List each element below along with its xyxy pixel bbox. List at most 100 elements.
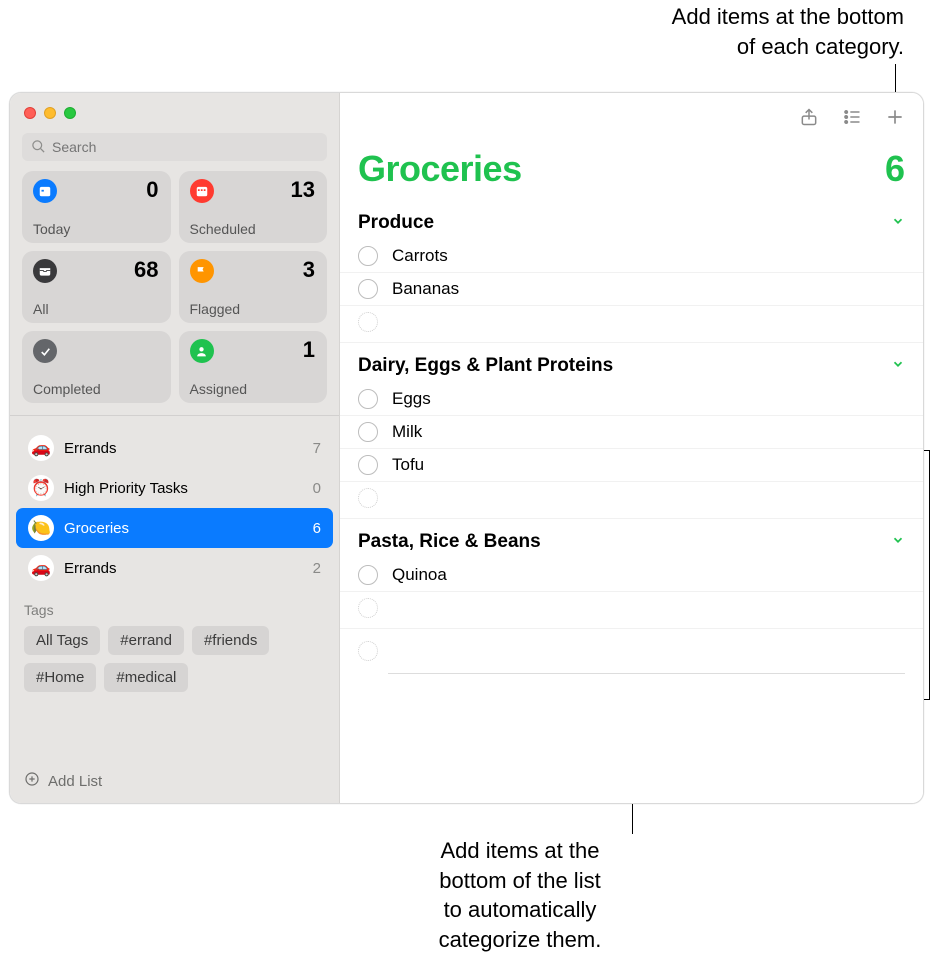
search-icon [31, 139, 46, 159]
reminder-row[interactable]: Eggs [340, 383, 923, 416]
calendar-grid-icon [190, 179, 214, 203]
smart-list-scheduled[interactable]: 13 Scheduled [179, 171, 328, 243]
main-content: Groceries 6 Produce Carrots Bananas [340, 93, 923, 803]
list-count: 6 [313, 520, 321, 537]
smart-list-completed[interactable]: Completed [22, 331, 171, 403]
list-icon: 🚗 [28, 435, 54, 461]
smart-list-label: Completed [33, 381, 159, 397]
section-produce: Produce Carrots Bananas [340, 200, 923, 343]
chevron-down-icon[interactable] [891, 533, 905, 552]
list-icon: ⏰ [28, 475, 54, 501]
add-item-row[interactable] [340, 306, 923, 342]
add-item-circle-icon [358, 641, 378, 661]
smart-list-label: All [33, 301, 159, 317]
list-errands-2[interactable]: 🚗 Errands 2 [16, 548, 333, 588]
smart-list-label: Today [33, 221, 159, 237]
app-window: 0 Today 13 Scheduled 68 [9, 92, 924, 804]
list-name: Groceries [64, 520, 303, 537]
reminder-row[interactable]: Carrots [340, 240, 923, 273]
minimize-window-button[interactable] [44, 107, 56, 119]
tags-row: All Tags #errand #friends #Home #medical [24, 626, 325, 692]
add-item-circle-icon [358, 312, 378, 332]
add-list-button[interactable]: Add List [10, 759, 339, 803]
reminder-row[interactable]: Milk [340, 416, 923, 449]
section-header[interactable]: Produce [340, 200, 923, 240]
add-item-row[interactable] [340, 482, 923, 518]
tag-medical[interactable]: #medical [104, 663, 188, 692]
list-title: Groceries [358, 148, 522, 190]
list-name: High Priority Tasks [64, 480, 303, 497]
section-header[interactable]: Pasta, Rice & Beans [340, 519, 923, 559]
tag-errand[interactable]: #errand [108, 626, 184, 655]
complete-toggle[interactable] [358, 422, 378, 442]
view-options-button[interactable] [841, 107, 863, 132]
smart-list-today[interactable]: 0 Today [22, 171, 171, 243]
list-count: 2 [313, 560, 321, 577]
callout-right-bracket [929, 450, 930, 700]
chevron-down-icon[interactable] [891, 214, 905, 233]
tag-friends[interactable]: #friends [192, 626, 269, 655]
search-input[interactable] [22, 133, 327, 161]
add-item-circle-icon [358, 488, 378, 508]
complete-toggle[interactable] [358, 389, 378, 409]
section-title: Dairy, Eggs & Plant Proteins [358, 355, 613, 377]
tag-all[interactable]: All Tags [24, 626, 100, 655]
smart-list-label: Flagged [190, 301, 316, 317]
callout-top-line [895, 64, 896, 94]
list-name: Errands [64, 440, 303, 457]
flag-icon [190, 259, 214, 283]
add-item-circle-icon [358, 598, 378, 618]
lists-section: 🚗 Errands 7 ⏰ High Priority Tasks 0 🍋 Gr… [10, 422, 339, 592]
smart-list-label: Assigned [190, 381, 316, 397]
plus-circle-icon [24, 771, 40, 791]
complete-toggle[interactable] [358, 279, 378, 299]
reminder-title: Bananas [392, 279, 459, 299]
reminder-title: Milk [392, 422, 422, 442]
list-count: 7 [313, 440, 321, 457]
callout-top-text: Add items at the bottom of each category… [672, 2, 904, 61]
reminder-row[interactable]: Quinoa [340, 559, 923, 592]
callout-bottom-text: Add items at the bottom of the list to a… [400, 836, 640, 955]
smart-list-assigned[interactable]: 1 Assigned [179, 331, 328, 403]
section-dairy: Dairy, Eggs & Plant Proteins Eggs Milk T… [340, 343, 923, 519]
add-uncategorized-row[interactable] [340, 629, 923, 673]
zoom-window-button[interactable] [64, 107, 76, 119]
reminder-title: Quinoa [392, 565, 447, 585]
smart-list-all[interactable]: 68 All [22, 251, 171, 323]
section-header[interactable]: Dairy, Eggs & Plant Proteins [340, 343, 923, 383]
bottom-divider [388, 673, 905, 674]
complete-toggle[interactable] [358, 455, 378, 475]
reminder-row[interactable]: Bananas [340, 273, 923, 306]
smart-list-count: 13 [291, 179, 315, 201]
tag-home[interactable]: #Home [24, 663, 96, 692]
sidebar-divider [10, 415, 339, 416]
smart-list-count: 1 [303, 339, 315, 361]
list-groceries[interactable]: 🍋 Groceries 6 [16, 508, 333, 548]
add-item-row[interactable] [340, 592, 923, 628]
smart-list-count: 0 [146, 179, 158, 201]
reminder-title: Eggs [392, 389, 431, 409]
add-list-label: Add List [48, 773, 102, 790]
window-controls [10, 93, 339, 129]
close-window-button[interactable] [24, 107, 36, 119]
list-high-priority[interactable]: ⏰ High Priority Tasks 0 [16, 468, 333, 508]
complete-toggle[interactable] [358, 565, 378, 585]
chevron-down-icon[interactable] [891, 357, 905, 376]
smart-lists-grid: 0 Today 13 Scheduled 68 [10, 171, 339, 415]
tray-icon [33, 259, 57, 283]
person-icon [190, 339, 214, 363]
smart-list-label: Scheduled [190, 221, 316, 237]
smart-list-flagged[interactable]: 3 Flagged [179, 251, 328, 323]
smart-list-count: 3 [303, 259, 315, 281]
smart-list-count: 68 [134, 259, 158, 281]
section-pasta: Pasta, Rice & Beans Quinoa [340, 519, 923, 629]
calendar-icon [33, 179, 57, 203]
add-reminder-button[interactable] [885, 107, 905, 132]
complete-toggle[interactable] [358, 246, 378, 266]
sidebar: 0 Today 13 Scheduled 68 [10, 93, 340, 803]
reminder-row[interactable]: Tofu [340, 449, 923, 482]
tags-header: Tags [24, 602, 325, 618]
reminder-title: Tofu [392, 455, 424, 475]
list-errands[interactable]: 🚗 Errands 7 [16, 428, 333, 468]
share-button[interactable] [799, 107, 819, 132]
